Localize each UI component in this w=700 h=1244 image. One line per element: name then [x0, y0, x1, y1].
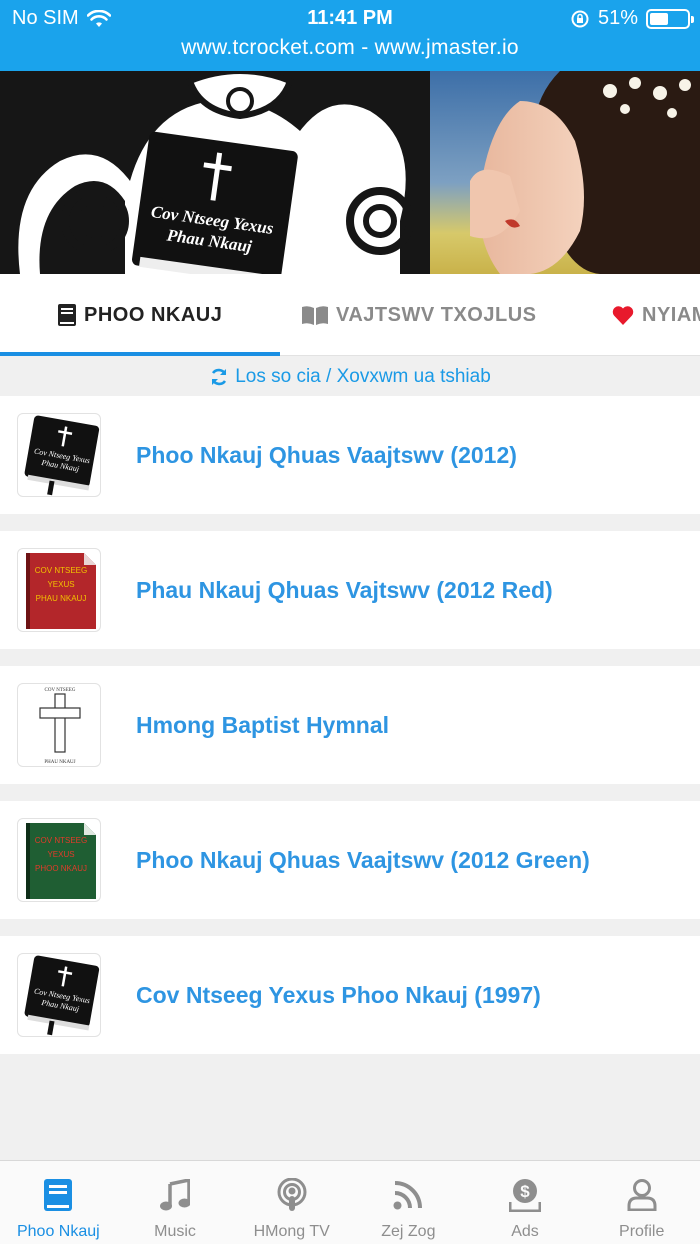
book-icon	[40, 1177, 76, 1213]
nav-label: HMong TV	[253, 1223, 330, 1240]
book-title: Phoo Nkauj Qhuas Vaajtswv (2012 Green)	[136, 846, 590, 873]
podcast-icon	[274, 1177, 310, 1213]
banner-image: Cov Ntseeg Yexus Phau Nkauj	[0, 71, 700, 274]
thumb-line2: PHAU NKAUJ	[44, 760, 75, 765]
nav-label: Music	[154, 1223, 196, 1240]
cross-hymnal-image: COV NTSEEG PHAU NKAUJ	[39, 688, 81, 765]
book-icon	[58, 304, 76, 326]
nav-hmong-tv[interactable]: HMong TV	[233, 1161, 350, 1244]
list-item[interactable]: Cov Ntseeg Yexus Phau Nkauj Cov Ntseeg Y…	[0, 936, 700, 1054]
dollar-icon: $	[507, 1177, 543, 1213]
user-icon	[624, 1177, 660, 1213]
tab-vajtswv-txojlus[interactable]: VAJTSWV TXOJLUS	[302, 274, 537, 356]
thumb-line2: YEXUS	[47, 580, 74, 589]
book-thumbnail: COV NTSEEG PHAU NKAUJ	[17, 683, 101, 767]
heart-icon	[612, 306, 634, 325]
tab-label: NYIAM	[642, 303, 700, 326]
url-text[interactable]: www.tcrocket.com - www.jmaster.io	[0, 36, 700, 60]
music-note-icon	[157, 1177, 193, 1213]
tab-label: PHOO NKAUJ	[84, 303, 223, 326]
nav-zej-zog[interactable]: Zej Zog	[350, 1161, 467, 1244]
black-bible-image: Cov Ntseeg Yexus Phau Nkauj	[24, 955, 100, 1036]
list-item[interactable]: COV NTSEEG YEXUS PHAU NKAUJ Phau Nkauj Q…	[0, 531, 700, 649]
tab-nyiam[interactable]: NYIAM	[612, 274, 700, 356]
list-item[interactable]: Cov Ntseeg Yexus Phau Nkauj Phoo Nkauj Q…	[0, 396, 700, 514]
black-bible-image: Cov Ntseeg Yexus Phau Nkauj	[24, 415, 100, 496]
thumb-line3: PHOO NKAUJ	[35, 864, 87, 873]
nav-ads[interactable]: $ Ads	[467, 1161, 584, 1244]
green-hymnal-image: COV NTSEEG YEXUS PHOO NKAUJ	[26, 823, 96, 899]
status-bar: No SIM 11:41 PM 51%	[0, 0, 700, 36]
nav-label: Ads	[511, 1223, 539, 1240]
nav-label: Phoo Nkauj	[16, 1223, 100, 1240]
orientation-lock-icon	[571, 10, 589, 27]
book-title: Hmong Baptist Hymnal	[136, 711, 390, 738]
book-thumbnail: Cov Ntseeg Yexus Phau Nkauj	[17, 413, 101, 497]
list-item[interactable]: COV NTSEEG YEXUS PHOO NKAUJ Phoo Nkauj Q…	[0, 801, 700, 919]
open-book-icon	[302, 306, 328, 325]
thumb-line1: COV NTSEEG	[35, 566, 87, 575]
refresh-label: Los so cia / Xovxwm ua tshiab	[235, 365, 491, 387]
book-thumbnail: Cov Ntseeg Yexus Phau Nkauj	[17, 953, 101, 1037]
nav-phoo-nkauj[interactable]: Phoo Nkauj	[0, 1161, 117, 1244]
tab-label: VAJTSWV TXOJLUS	[336, 303, 537, 326]
refresh-icon	[212, 368, 227, 385]
top-bar: No SIM 11:41 PM 51% www.tcrocket.com - w…	[0, 0, 700, 71]
rss-icon	[390, 1177, 426, 1213]
thumb-line1: COV NTSEEG	[35, 836, 87, 845]
active-tab-indicator	[0, 352, 280, 356]
nav-label: Zej Zog	[381, 1223, 436, 1240]
list-item[interactable]: COV NTSEEG PHAU NKAUJ Hmong Baptist Hymn…	[0, 666, 700, 784]
book-title: Cov Ntseeg Yexus Phoo Nkauj (1997)	[136, 981, 541, 1008]
battery-fill	[650, 12, 668, 25]
book-thumbnail: COV NTSEEG YEXUS PHAU NKAUJ	[17, 548, 101, 632]
tab-phoo-nkauj[interactable]: PHOO NKAUJ	[58, 274, 222, 356]
nav-label: Profile	[619, 1223, 665, 1240]
thumb-line3: PHAU NKAUJ	[36, 594, 87, 603]
thumb-line2: YEXUS	[47, 850, 74, 859]
book-title: Phoo Nkauj Qhuas Vaajtswv (2012)	[136, 441, 517, 468]
nav-profile[interactable]: Profile	[583, 1161, 700, 1244]
book-list: Cov Ntseeg Yexus Phau Nkauj Phoo Nkauj Q…	[0, 396, 700, 1071]
nav-music[interactable]: Music	[117, 1161, 234, 1244]
battery-area: 51%	[570, 7, 694, 30]
book-thumbnail: COV NTSEEG YEXUS PHOO NKAUJ	[17, 818, 101, 902]
red-hymnal-image: COV NTSEEG YEXUS PHAU NKAUJ	[26, 553, 96, 629]
thumb-line1: COV NTSEEG	[45, 688, 76, 693]
tab-bar: PHOO NKAUJ VAJTSWV TXOJLUS NYIAM	[0, 274, 700, 356]
bottom-nav: Phoo Nkauj Music HMong TV Zej Zog $ Ads …	[0, 1160, 700, 1244]
battery-percent: 51%	[597, 7, 638, 29]
svg-text:$: $	[520, 1182, 530, 1201]
battery-icon	[646, 8, 694, 29]
book-title: Phau Nkauj Qhuas Vajtswv (2012 Red)	[136, 576, 553, 603]
header-banner: Cov Ntseeg Yexus Phau Nkauj	[0, 71, 700, 274]
refresh-row[interactable]: Los so cia / Xovxwm ua tshiab	[0, 357, 700, 396]
